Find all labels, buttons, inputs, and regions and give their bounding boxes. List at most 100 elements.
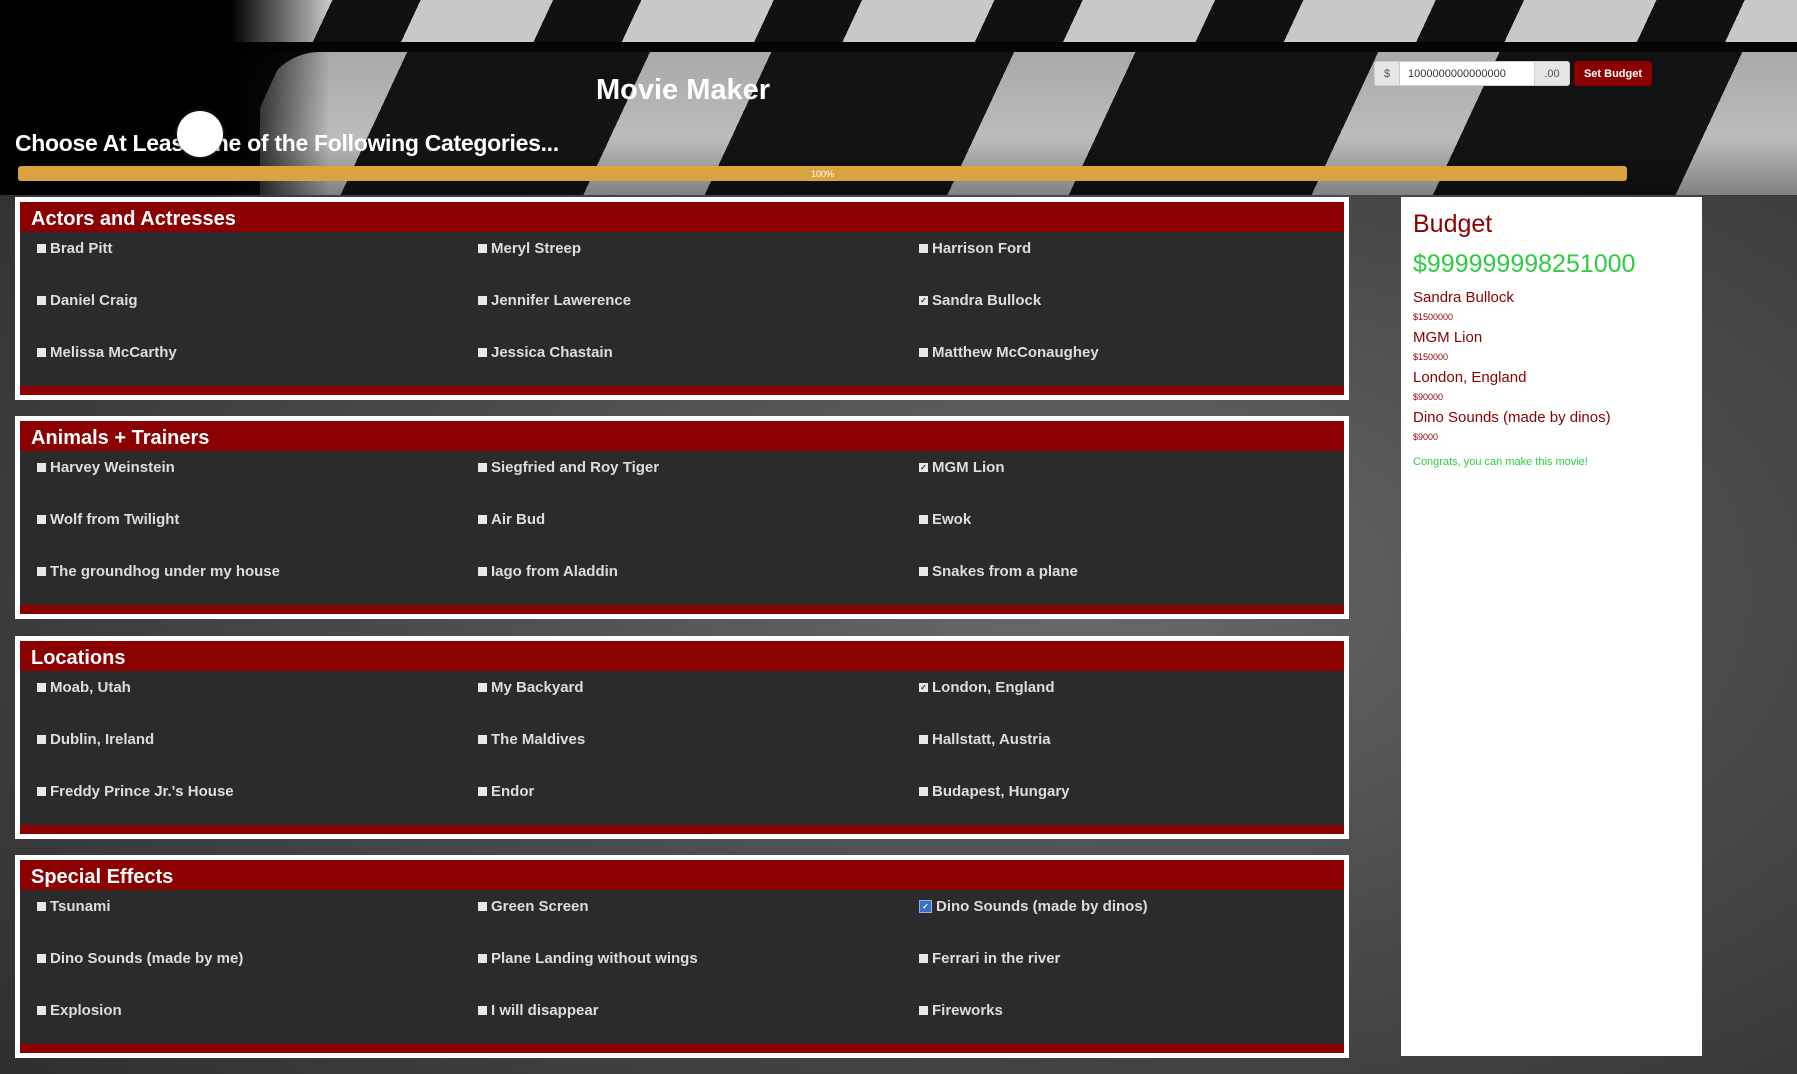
budget-input[interactable] bbox=[1399, 61, 1535, 86]
category-option[interactable]: Dublin, Ireland bbox=[37, 731, 154, 748]
option-checkbox[interactable] bbox=[478, 683, 487, 692]
option-checkbox[interactable] bbox=[37, 296, 46, 305]
option-checkbox[interactable] bbox=[478, 348, 487, 357]
option-checkbox[interactable] bbox=[478, 515, 487, 524]
category-panel-footer bbox=[20, 825, 1344, 834]
category-option[interactable]: I will disappear bbox=[478, 1002, 599, 1019]
option-checkbox[interactable] bbox=[919, 735, 928, 744]
option-label: Meryl Streep bbox=[491, 240, 582, 257]
clapper-stripes-top bbox=[200, 0, 1797, 42]
progress-fill: 100% bbox=[18, 166, 1627, 181]
category-option[interactable]: Wolf from Twilight bbox=[37, 511, 179, 528]
option-label: Siegfried and Roy Tiger bbox=[491, 459, 660, 476]
option-checkbox[interactable] bbox=[919, 515, 928, 524]
option-checkbox[interactable] bbox=[478, 567, 487, 576]
option-checkbox[interactable] bbox=[37, 954, 46, 963]
option-checkbox[interactable] bbox=[478, 296, 487, 305]
category-option[interactable]: Jennifer Lawerence bbox=[478, 292, 631, 309]
category-option[interactable]: Dino Sounds (made by me) bbox=[37, 950, 243, 967]
category-option[interactable]: Dino Sounds (made by dinos) bbox=[919, 898, 1148, 915]
category-option[interactable]: Snakes from a plane bbox=[919, 563, 1078, 580]
category-option[interactable]: MGM Lion bbox=[919, 459, 1004, 476]
option-checkbox[interactable] bbox=[37, 348, 46, 357]
option-checkbox[interactable] bbox=[919, 348, 928, 357]
category-option[interactable]: Matthew McConaughey bbox=[919, 344, 1099, 361]
category-option[interactable]: The groundhog under my house bbox=[37, 563, 280, 580]
category-option[interactable]: Harvey Weinstein bbox=[37, 459, 175, 476]
budget-item-name: Sandra Bullock bbox=[1413, 289, 1514, 306]
option-label: Brad Pitt bbox=[50, 240, 113, 257]
category-option[interactable]: Melissa McCarthy bbox=[37, 344, 177, 361]
category-option[interactable]: Jessica Chastain bbox=[478, 344, 613, 361]
option-label: Fireworks bbox=[932, 1002, 1003, 1019]
category-panel: Actors and Actresses Brad Pitt Meryl Stree… bbox=[15, 197, 1349, 400]
option-checkbox[interactable] bbox=[478, 787, 487, 796]
category-option[interactable]: Green Screen bbox=[478, 898, 589, 915]
category-option[interactable]: Plane Landing without wings bbox=[478, 950, 698, 967]
clapper-hinge bbox=[240, 42, 1797, 52]
option-label: Snakes from a plane bbox=[932, 563, 1078, 580]
option-checkbox[interactable] bbox=[37, 902, 46, 911]
category-option[interactable]: Ferrari in the river bbox=[919, 950, 1060, 967]
mouse-cursor bbox=[177, 111, 223, 157]
category-option[interactable]: Iago from Aladdin bbox=[478, 563, 618, 580]
category-panel-body: Actors and Actresses Brad Pitt Meryl Stree… bbox=[20, 202, 1344, 395]
option-label: Daniel Craig bbox=[50, 292, 138, 309]
category-option[interactable]: My Backyard bbox=[478, 679, 584, 696]
option-checkbox[interactable] bbox=[37, 787, 46, 796]
option-checkbox[interactable] bbox=[919, 954, 928, 963]
option-label: Air Bud bbox=[491, 511, 546, 528]
cents-addon: .00 bbox=[1535, 61, 1570, 86]
option-checkbox[interactable] bbox=[37, 683, 46, 692]
option-checkbox[interactable] bbox=[37, 515, 46, 524]
category-option[interactable]: The Maldives bbox=[478, 731, 585, 748]
category-option[interactable]: Daniel Craig bbox=[37, 292, 138, 309]
option-checkbox[interactable] bbox=[37, 1006, 46, 1015]
budget-item-name: Dino Sounds (made by dinos) bbox=[1413, 409, 1611, 426]
category-option[interactable]: London, England bbox=[919, 679, 1054, 696]
category-option[interactable]: Freddy Prince Jr.'s House bbox=[37, 783, 234, 800]
category-option[interactable]: Moab, Utah bbox=[37, 679, 131, 696]
category-panel-footer bbox=[20, 605, 1344, 614]
option-checkbox[interactable] bbox=[919, 787, 928, 796]
option-checkbox[interactable] bbox=[478, 735, 487, 744]
option-checkbox[interactable] bbox=[919, 900, 932, 913]
option-label: The Maldives bbox=[491, 731, 586, 748]
option-checkbox[interactable] bbox=[478, 954, 487, 963]
category-option[interactable]: Tsunami bbox=[37, 898, 111, 915]
option-checkbox[interactable] bbox=[37, 735, 46, 744]
category-option[interactable]: Harrison Ford bbox=[919, 240, 1031, 257]
category-option[interactable]: Endor bbox=[478, 783, 534, 800]
budget-items: Sandra Bullock $1500000 MGM Lion $150000 Lon… bbox=[1413, 289, 1690, 442]
category-option[interactable]: Hallstatt, Austria bbox=[919, 731, 1051, 748]
option-checkbox[interactable] bbox=[37, 567, 46, 576]
option-label: Dino Sounds (made by dinos) bbox=[936, 898, 1148, 915]
option-label: Green Screen bbox=[491, 898, 589, 915]
category-option[interactable]: Fireworks bbox=[919, 1002, 1003, 1019]
option-checkbox[interactable] bbox=[919, 296, 928, 305]
category-option[interactable]: Air Bud bbox=[478, 511, 545, 528]
category-option[interactable]: Ewok bbox=[919, 511, 971, 528]
option-checkbox[interactable] bbox=[37, 463, 46, 472]
option-checkbox[interactable] bbox=[919, 463, 928, 472]
option-checkbox[interactable] bbox=[919, 1006, 928, 1015]
category-title: Special Effects bbox=[20, 860, 1344, 890]
option-checkbox[interactable] bbox=[919, 244, 928, 253]
category-option[interactable]: Explosion bbox=[37, 1002, 122, 1019]
set-budget-button[interactable]: Set Budget bbox=[1574, 61, 1652, 86]
category-option[interactable]: Meryl Streep bbox=[478, 240, 581, 257]
category-panel: Animals + Trainers Harvey Weinstein Siegfr… bbox=[15, 416, 1349, 619]
option-checkbox[interactable] bbox=[919, 683, 928, 692]
option-label: Iago from Aladdin bbox=[491, 563, 618, 580]
option-checkbox[interactable] bbox=[478, 463, 487, 472]
option-label: MGM Lion bbox=[932, 459, 1005, 476]
category-option[interactable]: Siegfried and Roy Tiger bbox=[478, 459, 659, 476]
category-option[interactable]: Budapest, Hungary bbox=[919, 783, 1070, 800]
category-option[interactable]: Sandra Bullock bbox=[919, 292, 1041, 309]
option-checkbox[interactable] bbox=[37, 244, 46, 253]
option-checkbox[interactable] bbox=[478, 902, 487, 911]
option-checkbox[interactable] bbox=[919, 567, 928, 576]
category-option[interactable]: Brad Pitt bbox=[37, 240, 113, 257]
option-checkbox[interactable] bbox=[478, 244, 487, 253]
option-checkbox[interactable] bbox=[478, 1006, 487, 1015]
